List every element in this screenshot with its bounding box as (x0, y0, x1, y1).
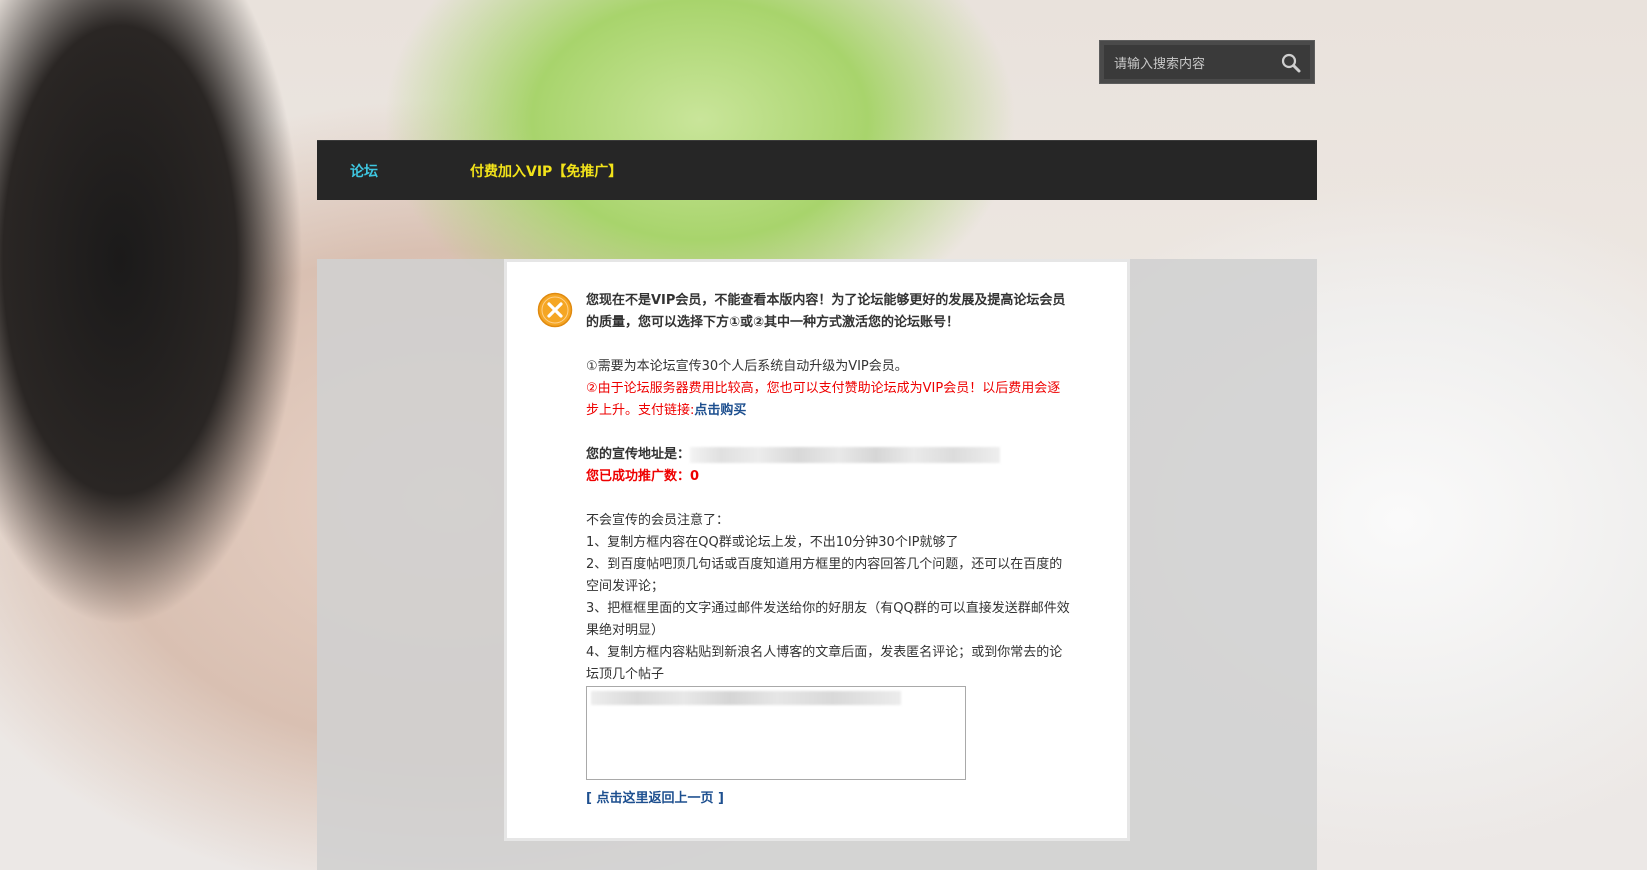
buy-link[interactable]: 点击购买 (694, 403, 746, 418)
tip-3-line1: 3、把框框里面的文字通过邮件发送给你的好朋友（有QQ群的可以直接发送群邮件效 (586, 601, 1070, 616)
promo-address-label: 您的宣传地址是： (586, 447, 691, 462)
tip-2-line1: 2、到百度帖吧顶几句话或百度知道用方框里的内容回答几个问题，还可以在百度的 (586, 557, 1063, 572)
error-icon (537, 292, 573, 328)
option-2-line2: 步上升。支付链接:点击购买 (586, 400, 1106, 422)
tips-title: 不会宣传的会员注意了： (586, 513, 730, 528)
promo-text-area[interactable] (586, 686, 966, 780)
tip-4-line1: 4、复制方框内容粘贴到新浪名人博客的文章后面，发表匿名评论；或到你常去的论 (586, 645, 1063, 660)
back-link[interactable]: [ 点击这里返回上一页 ] (586, 788, 724, 810)
vip-notice-box: 您现在不是VIP会员，不能查看本版内容！为了论坛能够更好的发展及提高论坛会员 的… (504, 259, 1130, 841)
option-2-text-line2: 步上升。支付链接: (586, 403, 695, 418)
main-navbar: 论坛 付费加入VIP【免推广】 (317, 140, 1317, 200)
option-2-text-line1: ②由于论坛服务器费用比较高，您也可以支付赞助论坛成为VIP会员！以后费用会逐 (586, 381, 1061, 396)
tip-3-line2: 果绝对明显） (586, 623, 665, 638)
option-1-text: ①需要为本论坛宣传30个人后系统自动升级为VIP会员。 (586, 359, 908, 374)
nav-vip-link[interactable]: 付费加入VIP【免推广】 (470, 161, 622, 181)
promo-address-value-redacted[interactable] (690, 446, 1001, 463)
notice-content: 您现在不是VIP会员，不能查看本版内容！为了论坛能够更好的发展及提高论坛会员 的… (586, 290, 1106, 810)
search-icon[interactable] (1280, 52, 1302, 74)
notice-headline-line1: 您现在不是VIP会员，不能查看本版内容！为了论坛能够更好的发展及提高论坛会员 (586, 293, 1066, 308)
nav-forum-link[interactable]: 论坛 (350, 161, 378, 181)
tip-2-line2: 空间发评论； (586, 579, 665, 594)
search-box (1099, 40, 1315, 84)
search-box-inner (1104, 45, 1310, 79)
promo-address-row: 您的宣传地址是： (586, 444, 1106, 466)
tip-4-line2: 坛顶几个帖子 (586, 667, 665, 682)
promo-count: 您已成功推广数：0 (586, 469, 700, 484)
promo-text-redacted (591, 691, 901, 705)
tip-1: 1、复制方框内容在QQ群或论坛上发，不出10分钟30个IP就够了 (586, 535, 959, 550)
notice-headline-line2: 的质量，您可以选择下方①或②其中一种方式激活您的论坛账号！ (586, 315, 960, 330)
search-input[interactable] (1112, 50, 1276, 78)
